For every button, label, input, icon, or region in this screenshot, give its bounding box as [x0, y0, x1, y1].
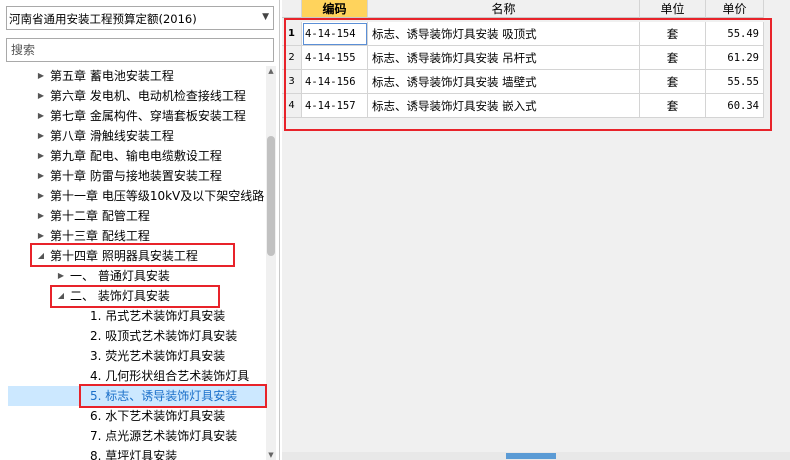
- header-price[interactable]: 单价: [706, 0, 764, 18]
- tree-node-label: 第八章 滑触线安装工程: [50, 129, 174, 143]
- scrollbar-marker[interactable]: [506, 453, 556, 459]
- triangle-right-icon[interactable]: ▶: [36, 226, 46, 246]
- tree-node[interactable]: ◢ 第十四章 照明器具安装工程: [0, 246, 266, 266]
- triangle-right-icon[interactable]: ▶: [36, 186, 46, 206]
- triangle-right-icon[interactable]: ▶: [36, 126, 46, 146]
- triangle-down-icon[interactable]: ◢: [36, 246, 46, 266]
- cell-code[interactable]: 4-14-156: [302, 70, 368, 94]
- tree-node[interactable]: ▶ 第十章 防雷与接地装置安装工程: [0, 166, 266, 186]
- header-code[interactable]: 编码: [302, 0, 368, 18]
- tree-node[interactable]: 5. 标志、诱导装饰灯具安装: [8, 386, 266, 406]
- tree-node[interactable]: ▶ 一、 普通灯具安装: [0, 266, 266, 286]
- cell-price[interactable]: 55.55: [706, 70, 764, 94]
- header-index: [282, 0, 302, 18]
- triangle-right-icon[interactable]: ▶: [36, 86, 46, 106]
- quota-library-dropdown[interactable]: 河南省通用安装工程预算定额(2016) ▼: [6, 6, 274, 30]
- tree-node-label: 5. 标志、诱导装饰灯具安装: [90, 389, 238, 403]
- cell-code[interactable]: 4-14-157: [302, 94, 368, 118]
- scroll-up-icon[interactable]: ▲: [266, 66, 276, 76]
- table-hscrollbar[interactable]: [282, 452, 790, 460]
- tree-node-label: 8. 草坪灯具安装: [90, 449, 178, 460]
- chapter-tree: ▶ 第五章 蓄电池安装工程 ▶ 第六章 发电机、电动机检查接线工程 ▶ 第七章 金属构件、…: [0, 66, 266, 460]
- tree-node[interactable]: 2. 吸顶式艺术装饰灯具安装: [0, 326, 266, 346]
- tree-node-label: 一、 普通灯具安装: [70, 269, 170, 283]
- triangle-right-icon[interactable]: ▶: [56, 266, 66, 286]
- tree-node[interactable]: ◢ 二、 装饰灯具安装: [0, 286, 266, 306]
- dropdown-value: 河南省通用安装工程预算定额(2016): [9, 12, 197, 26]
- tree-node[interactable]: 7. 点光源艺术装饰灯具安装: [0, 426, 266, 446]
- cell-unit[interactable]: 套: [640, 70, 706, 94]
- tree-node-label: 第十三章 配线工程: [50, 229, 150, 243]
- triangle-right-icon[interactable]: ▶: [36, 106, 46, 126]
- left-panel: 河南省通用安装工程预算定额(2016) ▼ ▶ 第五章 蓄电池安装工程 ▶ 第六章 发…: [0, 0, 280, 460]
- cell-index[interactable]: 3: [282, 70, 302, 94]
- scrollbar-thumb[interactable]: [267, 136, 275, 256]
- tree-scrollbar[interactable]: ▲ ▼: [266, 66, 276, 460]
- cell-unit[interactable]: 套: [640, 22, 706, 46]
- cell-name[interactable]: 标志、诱导装饰灯具安装 嵌入式: [368, 94, 640, 118]
- cell-price[interactable]: 60.34: [706, 94, 764, 118]
- tree-node-label: 第十四章 照明器具安装工程: [50, 249, 198, 263]
- triangle-down-icon[interactable]: ◢: [56, 286, 66, 306]
- header-unit[interactable]: 单位: [640, 0, 706, 18]
- tree-node-label: 二、 装饰灯具安装: [70, 289, 170, 303]
- tree-node[interactable]: ▶ 第七章 金属构件、穿墙套板安装工程: [0, 106, 266, 126]
- tree-node[interactable]: 1. 吊式艺术装饰灯具安装: [0, 306, 266, 326]
- cell-name[interactable]: 标志、诱导装饰灯具安装 吸顶式: [368, 22, 640, 46]
- tree-node-label: 2. 吸顶式艺术装饰灯具安装: [90, 329, 238, 343]
- tree-node[interactable]: 4. 几何形状组合艺术装饰灯具: [0, 366, 266, 386]
- tree-node[interactable]: ▶ 第十一章 电压等级10kV及以下架空线路: [0, 186, 266, 206]
- triangle-right-icon[interactable]: ▶: [36, 166, 46, 186]
- header-name[interactable]: 名称: [368, 0, 640, 18]
- tree-node[interactable]: 3. 荧光艺术装饰灯具安装: [0, 346, 266, 366]
- tree-node-label: 第五章 蓄电池安装工程: [50, 69, 174, 83]
- cell-unit[interactable]: 套: [640, 46, 706, 70]
- cell-price[interactable]: 61.29: [706, 46, 764, 70]
- cell-price[interactable]: 55.49: [706, 22, 764, 46]
- tree-node-label: 第七章 金属构件、穿墙套板安装工程: [50, 109, 246, 123]
- tree-node[interactable]: ▶ 第五章 蓄电池安装工程: [0, 66, 266, 86]
- chevron-down-icon[interactable]: ▼: [262, 12, 269, 22]
- scroll-down-icon[interactable]: ▼: [266, 450, 276, 460]
- tree-node-label: 第九章 配电、输电电缆敷设工程: [50, 149, 222, 163]
- cell-code[interactable]: 4-14-155: [302, 46, 368, 70]
- tree-node[interactable]: ▶ 第九章 配电、输电电缆敷设工程: [0, 146, 266, 166]
- cell-code[interactable]: 4-14-154: [302, 22, 368, 46]
- quota-table: 编码 名称 单位 单价 1 4-14-154 标志、诱导装饰灯具安装 吸顶式套 55.…: [282, 0, 790, 460]
- triangle-right-icon[interactable]: ▶: [36, 146, 46, 166]
- tree-node-label: 第十一章 电压等级10kV及以下架空线路: [50, 189, 265, 203]
- search-input[interactable]: [6, 38, 274, 62]
- tree-node[interactable]: ▶ 第十二章 配管工程: [0, 206, 266, 226]
- cell-unit[interactable]: 套: [640, 94, 706, 118]
- cell-name[interactable]: 标志、诱导装饰灯具安装 墙壁式: [368, 70, 640, 94]
- tree-node[interactable]: 6. 水下艺术装饰灯具安装: [0, 406, 266, 426]
- tree-node-label: 3. 荧光艺术装饰灯具安装: [90, 349, 226, 363]
- cell-index[interactable]: 2: [282, 46, 302, 70]
- cell-index[interactable]: 1: [282, 22, 302, 46]
- tree-node[interactable]: ▶ 第八章 滑触线安装工程: [0, 126, 266, 146]
- cell-name[interactable]: 标志、诱导装饰灯具安装 吊杆式: [368, 46, 640, 70]
- tree-node[interactable]: ▶ 第十三章 配线工程: [0, 226, 266, 246]
- tree-node-label: 7. 点光源艺术装饰灯具安装: [90, 429, 238, 443]
- triangle-right-icon[interactable]: ▶: [36, 206, 46, 226]
- tree-node[interactable]: 8. 草坪灯具安装: [0, 446, 266, 460]
- tree-node-label: 第十二章 配管工程: [50, 209, 150, 223]
- triangle-right-icon[interactable]: ▶: [36, 66, 46, 86]
- cell-index[interactable]: 4: [282, 94, 302, 118]
- tree-node[interactable]: ▶ 第六章 发电机、电动机检查接线工程: [0, 86, 266, 106]
- tree-node-label: 第十章 防雷与接地装置安装工程: [50, 169, 222, 183]
- tree-node-label: 1. 吊式艺术装饰灯具安装: [90, 309, 226, 323]
- tree-node-label: 4. 几何形状组合艺术装饰灯具: [90, 369, 250, 383]
- tree-node-label: 第六章 发电机、电动机检查接线工程: [50, 89, 246, 103]
- tree-node-label: 6. 水下艺术装饰灯具安装: [90, 409, 226, 423]
